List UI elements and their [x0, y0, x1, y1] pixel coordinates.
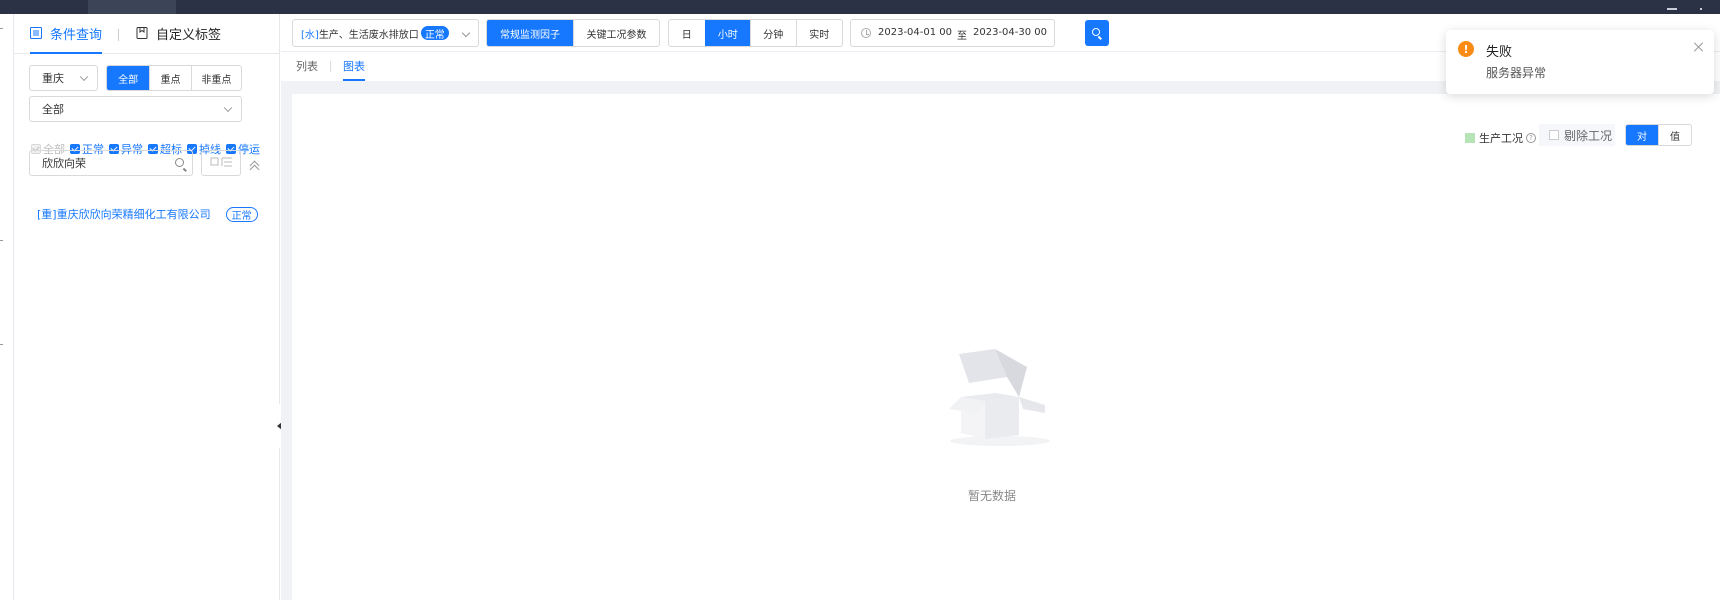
tab-label: 条件查询 [50, 27, 103, 43]
bookmark-icon [136, 27, 148, 39]
granularity-minute[interactable]: 分钟 [750, 20, 795, 46]
outlet-type: [水] [301, 29, 319, 41]
outlet-name: 生产、生活废水排放口 [318, 29, 419, 41]
top-nav-active-tab[interactable] [88, 0, 176, 14]
query-search-button[interactable] [1085, 20, 1109, 46]
checkbox-icon [1549, 130, 1559, 140]
sidebar-tabs: 条件查询 自定义标签 [14, 14, 279, 54]
industry-select[interactable]: 全部 [29, 96, 242, 122]
search-icon [1092, 28, 1100, 36]
status-badge: 正常 [225, 206, 258, 222]
top-bar-menu-icon[interactable] [1667, 2, 1677, 10]
active-tab-indicator [343, 79, 365, 81]
tab-chart[interactable]: 图表 [343, 58, 365, 74]
help-icon[interactable]: ? [1526, 133, 1536, 143]
collapsed-nav-strip [0, 14, 14, 600]
notification-title: 失败 [1486, 45, 1513, 60]
factor-tab-regular[interactable]: 常规监测因子 [487, 20, 573, 46]
remove-condition-checkbox[interactable]: 剔除工况 [1539, 124, 1615, 146]
chevron-down-icon [79, 72, 89, 82]
chevron-down-icon [223, 103, 233, 113]
granularity-hour[interactable]: 小时 [704, 20, 751, 46]
chart-legend[interactable]: 生产工况 ? [1465, 130, 1536, 146]
outlet-status-badge: 正常 [420, 26, 449, 41]
granularity-day[interactable]: 日 [669, 20, 705, 46]
tab-divider [118, 29, 119, 41]
scope-option-all[interactable]: 全部 [107, 66, 150, 90]
date-range-picker[interactable]: 2023-04-01 00 至 2023-04-30 00 [850, 19, 1055, 47]
tree-view-toggle[interactable] [201, 150, 241, 176]
main-panel: [水] 生产、生活废水排放口 正常 常规监测因子 关键工况参数 日 小时 分钟 … [281, 14, 1720, 600]
industry-value: 全部 [42, 103, 64, 116]
empty-box-icon [949, 349, 1050, 446]
granularity-realtime[interactable]: 实时 [795, 20, 842, 46]
clock-icon [861, 28, 871, 38]
chart-panel: 生产工况 ? 剔除工况 对 值 暂无数据 [292, 94, 1720, 600]
tree-list-icon [210, 157, 232, 167]
top-bar-more-icon[interactable] [1700, 2, 1702, 10]
value-mode-toggle: 对 值 [1625, 124, 1692, 146]
region-select[interactable]: 重庆 [29, 65, 98, 91]
region-value: 重庆 [42, 72, 64, 85]
scope-option-non-key[interactable]: 非重点 [190, 66, 241, 90]
legend-swatch [1465, 133, 1475, 143]
error-notification: ! 失败 服务器异常 [1446, 30, 1714, 94]
status-label: 停运 [238, 143, 260, 156]
legend-label: 生产工况 [1479, 132, 1523, 145]
tab-list[interactable]: 列表 [296, 58, 318, 74]
tab-divider [330, 61, 331, 72]
date-separator: 至 [957, 31, 967, 42]
company-search-input[interactable]: 欣欣向荣 [29, 150, 193, 176]
granularity-tabs: 日 小时 分钟 实时 [668, 19, 843, 47]
company-list-item[interactable]: [重]重庆欣欣向荣精细化工有限公司 正常 [37, 206, 258, 222]
filter-sidebar: 条件查询 自定义标签 重庆 全部 重点 非重点 全部 全部 正常 异常 超标 掉… [14, 14, 280, 600]
scope-option-key[interactable]: 重点 [149, 66, 190, 90]
filter-list-icon [30, 27, 42, 39]
outlet-select[interactable]: [水] 生产、生活废水排放口 正常 [292, 19, 479, 47]
date-start: 2023-04-01 00 [878, 27, 953, 38]
tab-label: 自定义标签 [156, 27, 222, 43]
remove-condition-label: 剔除工况 [1564, 128, 1613, 143]
scope-filter: 全部 重点 非重点 [106, 65, 242, 91]
nav-tick [0, 28, 3, 29]
close-icon[interactable] [1694, 42, 1704, 52]
warning-icon: ! [1458, 41, 1474, 57]
empty-state-text: 暂无数据 [968, 489, 1017, 503]
tab-custom-tags[interactable]: 自定义标签 [136, 24, 222, 43]
search-icon[interactable] [175, 158, 184, 167]
notification-message: 服务器异常 [1486, 66, 1547, 80]
value-mode-option[interactable]: 对 [1626, 125, 1658, 145]
factor-tabs: 常规监测因子 关键工况参数 [486, 19, 660, 47]
nav-tick [0, 344, 3, 345]
tab-condition-query[interactable]: 条件查询 [30, 24, 103, 43]
nav-tick [0, 240, 3, 241]
factor-tab-key-params[interactable]: 关键工况参数 [573, 20, 659, 46]
active-tab-indicator [30, 52, 102, 54]
top-nav-bar [0, 0, 1720, 14]
company-name: [重]重庆欣欣向荣精细化工有限公司 [37, 208, 211, 221]
chevron-down-icon [461, 28, 471, 38]
value-mode-option[interactable]: 值 [1658, 125, 1691, 145]
search-value: 欣欣向荣 [42, 157, 86, 170]
date-end: 2023-04-30 00 [973, 27, 1048, 38]
